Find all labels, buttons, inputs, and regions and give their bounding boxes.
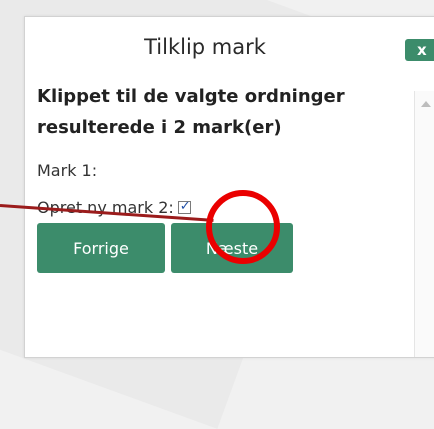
close-button[interactable]: x [405, 39, 434, 61]
scrollbar[interactable] [414, 91, 434, 357]
mark-1-label: Mark 1: [37, 161, 98, 180]
create-new-mark-checkbox[interactable]: ✓ [177, 199, 191, 214]
previous-button[interactable]: Forrige [37, 223, 165, 273]
checkmark-icon: ✓ [179, 199, 191, 214]
tilklip-mark-dialog: Tilklip mark x Klippet til de valgte ord… [24, 16, 434, 358]
close-icon: x [417, 41, 427, 59]
annotation-highlight-circle [206, 190, 280, 264]
dialog-title: Tilklip mark [144, 35, 266, 59]
scroll-up-arrow-icon[interactable] [421, 101, 431, 107]
result-heading: Klippet til de valgte ordninger resulter… [37, 86, 345, 138]
